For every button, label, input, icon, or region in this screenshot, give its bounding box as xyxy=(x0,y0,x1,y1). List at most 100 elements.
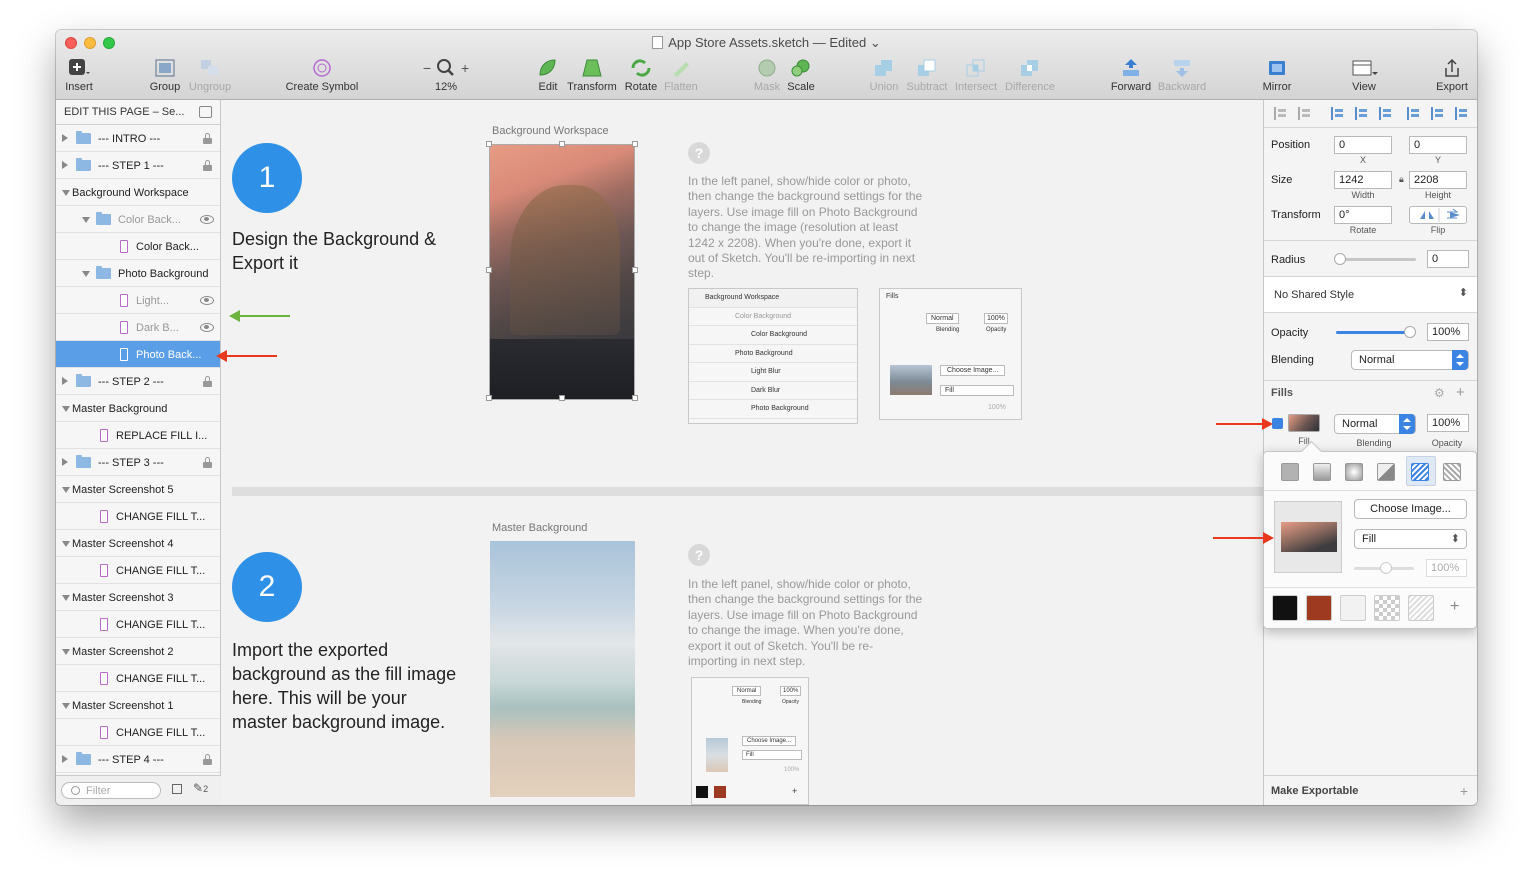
group-button[interactable]: Group xyxy=(147,57,183,93)
layer-row[interactable]: Background Workspace xyxy=(56,179,220,206)
fill-opacity-slider[interactable] xyxy=(1354,562,1414,574)
layer-row[interactable]: --- INTRO --- xyxy=(56,125,220,152)
lock-icon[interactable] xyxy=(203,457,212,468)
disclosure-open-icon[interactable] xyxy=(62,541,70,547)
chevron-down-icon[interactable]: ⌄ xyxy=(870,35,881,50)
background-workspace-artboard[interactable] xyxy=(489,144,635,400)
distribute-horizontal-icon[interactable] xyxy=(1274,107,1286,120)
disclosure-closed-icon[interactable] xyxy=(62,377,68,385)
resize-handle[interactable] xyxy=(486,267,492,273)
fill-mode-select[interactable]: Fill ⬍ xyxy=(1354,529,1467,549)
lock-icon[interactable] xyxy=(203,133,212,144)
choose-image-button[interactable]: Choose Image... xyxy=(1354,499,1467,519)
make-exportable[interactable]: Make Exportable + xyxy=(1264,775,1477,805)
view-button[interactable]: View xyxy=(1344,57,1384,93)
zoom-control[interactable]: − + 12% xyxy=(416,57,476,93)
layer-row[interactable]: Color Back... xyxy=(56,233,220,260)
radius-field[interactable]: 0 xyxy=(1427,250,1469,268)
disclosure-open-icon[interactable] xyxy=(62,406,70,412)
opacity-slider[interactable] xyxy=(1336,326,1416,338)
rotate-field[interactable]: 0° xyxy=(1334,206,1392,224)
transform-button[interactable]: Transform xyxy=(567,57,617,93)
fill-enabled-checkbox[interactable] xyxy=(1272,418,1283,429)
layer-row[interactable]: CHANGE FILL T... xyxy=(56,665,220,692)
gear-icon[interactable]: ⚙︎ xyxy=(1434,386,1445,400)
opacity-field[interactable]: 100% xyxy=(1427,323,1469,341)
copy-icon[interactable] xyxy=(172,784,182,794)
align-bottom-icon[interactable] xyxy=(1455,107,1467,120)
resize-handle[interactable] xyxy=(632,141,638,147)
resize-handle[interactable] xyxy=(632,267,638,273)
radius-slider[interactable] xyxy=(1334,253,1416,265)
color-swatch-rust[interactable] xyxy=(1306,595,1332,621)
noise-fill-icon[interactable] xyxy=(1443,463,1461,481)
layer-row[interactable]: Photo Background xyxy=(56,260,220,287)
blending-select[interactable]: Normal xyxy=(1351,350,1469,370)
layer-row[interactable]: CHANGE FILL T... xyxy=(56,503,220,530)
master-background-artboard[interactable] xyxy=(490,541,635,797)
pattern-swatch-stripe[interactable] xyxy=(1408,595,1434,621)
layer-row[interactable]: Master Screenshot 4 xyxy=(56,530,220,557)
disclosure-closed-icon[interactable] xyxy=(62,161,68,169)
disclosure-open-icon[interactable] xyxy=(62,649,70,655)
page-selector[interactable]: EDIT THIS PAGE – Se... xyxy=(56,100,220,125)
disclosure-open-icon[interactable] xyxy=(82,217,90,223)
add-swatch-button[interactable]: + xyxy=(1450,598,1459,616)
filter-input[interactable]: Filter xyxy=(61,782,161,799)
resize-handle[interactable] xyxy=(486,395,492,401)
create-symbol-button[interactable]: Create Symbol xyxy=(282,57,362,93)
resize-handle[interactable] xyxy=(632,395,638,401)
layer-row[interactable]: Master Screenshot 1 xyxy=(56,692,220,719)
layer-row[interactable]: --- STEP 2 --- xyxy=(56,368,220,395)
color-swatch-light[interactable] xyxy=(1340,595,1366,621)
canvas[interactable]: 1 Design the Background & Export it Backg… xyxy=(222,100,1263,805)
lock-icon[interactable] xyxy=(203,754,212,765)
layer-row[interactable]: CHANGE FILL T... xyxy=(56,719,220,746)
eye-icon[interactable] xyxy=(200,323,214,332)
flatten-button[interactable]: Flatten xyxy=(663,57,699,93)
fill-opacity-knob[interactable] xyxy=(1380,562,1392,574)
scale-button[interactable]: Scale xyxy=(786,57,816,93)
image-fill-icon[interactable] xyxy=(1411,463,1429,481)
layer-row[interactable]: CHANGE FILL T... xyxy=(56,557,220,584)
lock-icon[interactable] xyxy=(203,160,212,171)
position-y-field[interactable]: 0 xyxy=(1409,136,1467,154)
export-button[interactable]: Export xyxy=(1433,57,1471,93)
linear-gradient-icon[interactable] xyxy=(1313,463,1331,481)
disclosure-open-icon[interactable] xyxy=(82,271,90,277)
add-fill-button[interactable]: + xyxy=(1456,384,1465,401)
pattern-swatch-checker[interactable] xyxy=(1374,595,1400,621)
disclosure-open-icon[interactable] xyxy=(62,595,70,601)
align-middle-icon[interactable] xyxy=(1431,107,1443,120)
layer-row[interactable]: Master Screenshot 2 xyxy=(56,638,220,665)
align-center-icon[interactable] xyxy=(1355,107,1367,120)
position-x-field[interactable]: 0 xyxy=(1334,136,1392,154)
layer-row[interactable]: --- STEP 3 --- xyxy=(56,449,220,476)
layer-row[interactable]: --- STEP 1 --- xyxy=(56,152,220,179)
brush-icon[interactable]: ✎2 xyxy=(193,781,208,795)
lock-icon[interactable] xyxy=(203,376,212,387)
layer-row[interactable]: Color Back... xyxy=(56,206,220,233)
add-export-button[interactable]: + xyxy=(1460,783,1468,799)
resize-handle[interactable] xyxy=(559,395,565,401)
subtract-button[interactable]: Subtract xyxy=(903,57,951,93)
height-field[interactable]: 2208 xyxy=(1409,171,1467,189)
resize-handle[interactable] xyxy=(486,141,492,147)
disclosure-closed-icon[interactable] xyxy=(62,458,68,466)
disclosure-open-icon[interactable] xyxy=(62,703,70,709)
lock-ratio-icon[interactable]: 🔒︎ xyxy=(1399,174,1404,185)
rotate-button[interactable]: Rotate xyxy=(624,57,658,93)
layer-row[interactable]: CHANGE FILL T... xyxy=(56,611,220,638)
align-left-icon[interactable] xyxy=(1331,107,1343,120)
eye-icon[interactable] xyxy=(200,296,214,305)
pages-toggle-icon[interactable] xyxy=(199,106,212,118)
difference-button[interactable]: Difference xyxy=(1001,57,1059,93)
layer-row[interactable]: REPLACE FILL I... xyxy=(56,422,220,449)
layer-row[interactable]: Light... xyxy=(56,287,220,314)
fill-opacity-field[interactable]: 100% xyxy=(1427,414,1469,432)
width-field[interactable]: 1242 xyxy=(1334,171,1392,189)
angular-gradient-icon[interactable] xyxy=(1377,463,1395,481)
disclosure-open-icon[interactable] xyxy=(62,190,70,196)
forward-button[interactable]: Forward xyxy=(1108,57,1154,93)
mask-button[interactable]: Mask xyxy=(752,57,782,93)
